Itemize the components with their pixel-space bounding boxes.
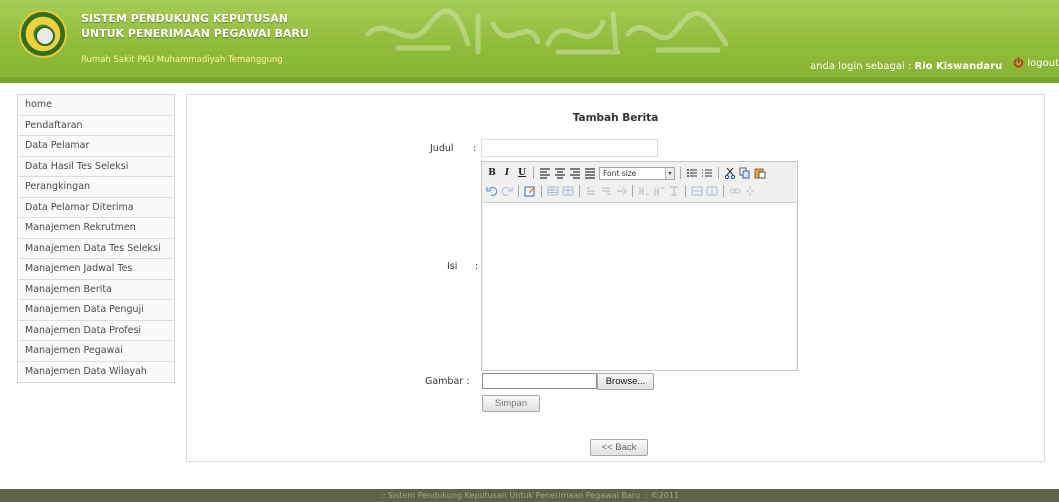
site-title-line1: SISTEM PENDUKUNG KEPUTUSAN [81,12,289,25]
cell-props-icon[interactable] [706,185,718,197]
merge-cells-icon[interactable] [691,185,703,197]
muhammadiyah-logo [19,10,67,58]
page-header: SISTEM PENDUKUNG KEPUTUSAN UNTUK PENERIM… [0,0,1059,83]
isi-label: Isi [447,261,458,272]
site-subtitle: Rumah Sakit PKU Muhammadiyah Temanggung [81,55,283,65]
redo-icon[interactable] [501,185,513,197]
rich-text-editor: B I U Font size ▾ [481,161,798,371]
underline-button[interactable]: U [516,167,528,179]
row-before-icon[interactable] [585,185,597,197]
sidebar-item-manajemen-rekrutmen[interactable]: Manajemen Rekrutmen [18,218,174,239]
edit-source-icon[interactable] [524,185,536,197]
editor-toolbar-row-1: B I U Font size ▾ [486,165,766,181]
italic-button[interactable]: I [501,167,513,179]
judul-label: Judul [430,143,454,154]
gambar-file-input[interactable] [482,373,597,389]
undo-icon[interactable] [486,185,498,197]
delete-row-icon[interactable] [615,185,627,197]
sidebar-item-manajemen-data-profesi[interactable]: Manajemen Data Profesi [18,320,174,341]
editor-toolbar-row-2 [486,183,756,199]
font-size-label: Font size [603,168,637,178]
power-icon [1014,57,1024,68]
login-info: anda login sebagai : Rio Kiswandaru logo… [810,57,1059,72]
isi-colon: : [475,261,479,272]
editor-content-area[interactable] [483,202,796,370]
align-left-icon[interactable] [539,167,551,179]
login-prefix: anda login sebagai : [810,61,912,72]
browse-button[interactable]: Browse... [597,373,654,390]
sidebar-item-pendaftaran[interactable]: Pendaftaran [18,115,174,136]
unlink-icon[interactable] [744,185,756,197]
toolbar-separator [541,185,542,197]
split-cells-icon[interactable] [668,185,680,197]
toolbar-separator [723,185,724,197]
page-footer: :: Sistem Pendukung Keputusan Untuk Pene… [0,489,1059,502]
font-size-select[interactable]: Font size ▾ [599,166,675,180]
toolbar-separator [533,167,534,179]
bullet-list-icon[interactable] [686,167,698,179]
site-title: SISTEM PENDUKUNG KEPUTUSAN UNTUK PENERIM… [81,11,309,41]
paste-icon[interactable] [754,167,766,179]
sidebar-item-home[interactable]: home [18,95,174,116]
sidebar-menu: home Pendaftaran Data Pelamar Data Hasil… [17,94,175,383]
row-after-icon[interactable] [600,185,612,197]
simpan-button[interactable]: Simpan [482,395,540,412]
logout-label: logout [1027,58,1059,69]
login-username: Rio Kiswandaru [914,61,1003,72]
table-icon[interactable] [547,185,559,197]
align-center-icon[interactable] [554,167,566,179]
form-title: Tambah Berita [572,112,659,124]
sidebar-item-manajemen-jadwal-tes[interactable]: Manajemen Jadwal Tes [18,259,174,280]
align-justify-icon[interactable] [584,167,596,179]
table-props-icon[interactable] [562,185,574,197]
toolbar-separator [579,185,580,197]
back-button[interactable]: << Back [590,439,648,456]
toolbar-separator [680,167,681,179]
sidebar-item-data-hasil-tes-seleksi[interactable]: Data Hasil Tes Seleksi [18,156,174,177]
toolbar-separator [685,185,686,197]
toolbar-separator [518,185,519,197]
arabic-calligraphy-decoration [365,8,729,55]
cut-icon[interactable] [724,167,736,179]
gambar-label: Gambar : [425,376,470,387]
sidebar-item-manajemen-data-wilayah[interactable]: Manajemen Data Wilayah [18,361,174,382]
link-icon[interactable] [729,185,741,197]
site-title-line2: UNTUK PENERIMAAN PEGAWAI BARU [81,27,309,40]
judul-colon: : [473,143,477,154]
sidebar-item-manajemen-data-tes-seleksi[interactable]: Manajemen Data Tes Seleksi [18,238,174,259]
sidebar-item-data-pelamar-diterima[interactable]: Data Pelamar Diterima [18,197,174,218]
numbered-list-icon[interactable] [701,167,713,179]
sidebar-item-manajemen-data-penguji[interactable]: Manajemen Data Penguji [18,300,174,321]
sidebar-item-data-pelamar[interactable]: Data Pelamar [18,136,174,157]
toolbar-separator [718,167,719,179]
main-panel: Tambah Berita Judul : Isi : B I U Font s… [186,94,1045,462]
copy-icon[interactable] [739,167,751,179]
toolbar-separator [632,185,633,197]
sidebar-item-manajemen-berita[interactable]: Manajemen Berita [18,279,174,300]
judul-input[interactable] [481,139,658,157]
chevron-down-icon: ▾ [665,167,674,179]
superscript-icon[interactable] [653,185,665,197]
logout-link[interactable]: logout [1013,57,1059,69]
sidebar-item-manajemen-pegawai[interactable]: Manajemen Pegawai [18,341,174,362]
sidebar-item-perangkingan[interactable]: Perangkingan [18,177,174,198]
subscript-icon[interactable] [638,185,650,197]
bold-button[interactable]: B [486,167,498,179]
align-right-icon[interactable] [569,167,581,179]
footer-text: :: Sistem Pendukung Keputusan Untuk Pene… [379,491,680,500]
